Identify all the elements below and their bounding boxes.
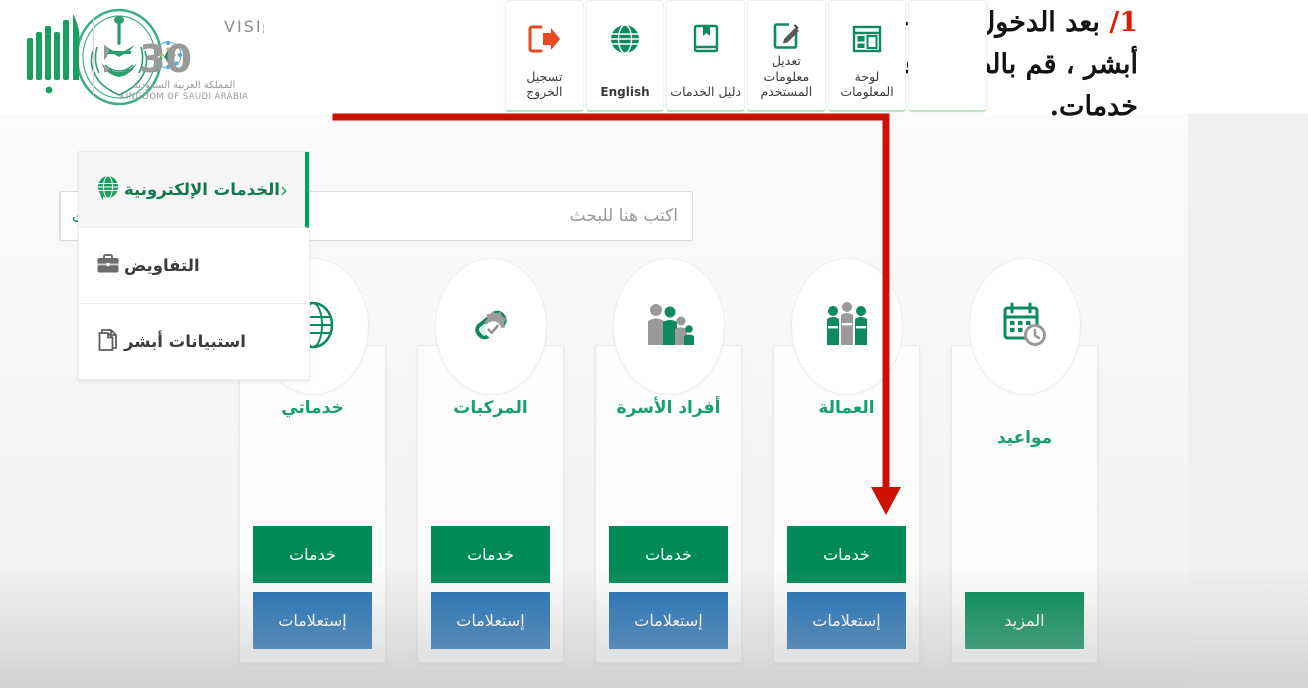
edit-user-icon [770,17,802,53]
card-buttons: المزيد [952,592,1097,649]
svg-text:رؤيــــة: رؤيــــة [262,20,264,38]
briefcase-icon [96,253,120,279]
card-icon-bubble [612,258,725,395]
logout-icon [527,17,561,61]
globe-icon [609,17,641,61]
more-button[interactable]: المزيد [965,592,1084,649]
nav-logout-label: تسجيل الخروج [526,68,563,100]
card-title: أفراد الأسرة [616,398,721,418]
card-buttons: خدمات إستعلامات [240,526,385,649]
globe-icon [96,175,120,205]
svg-text:30: 30 [139,37,192,81]
card-my-services[interactable]: خدماتي خدمات إستعلامات [239,258,386,663]
vehicle-icon [465,299,517,355]
absher-logo [23,8,83,104]
inquiries-button[interactable]: إستعلامات [609,592,728,649]
nav-edit-user-info-label: تعديل معلومات المستخدم [760,53,813,100]
nav-logout[interactable]: تسجيل الخروج [505,0,584,112]
services-button[interactable]: خدمات [609,526,728,583]
service-cards: خدماتي خدمات إستعلامات المركبات خدمات إس… [239,258,1098,663]
svg-text:KINGDOM OF SAUDI ARABIA: KINGDOM OF SAUDI ARABIA [120,92,248,102]
sidebar-item-absher-surveys[interactable]: استبيانات أبشر [79,304,309,380]
family-icon [642,299,696,355]
nav-english-label: English [600,85,650,99]
services-button[interactable]: خدمات [787,526,906,583]
card-icon-bubble [790,258,903,395]
vision-2030-logo: VISION رؤيــــة 2 [86,10,307,102]
sidebar-item-label-wrap: الخدمات الإلكترونية [96,175,280,205]
inquiries-button[interactable]: إستعلامات [253,592,372,649]
workers-icon [820,299,874,355]
sidebar-item-label-wrap: التفاويض [96,253,200,279]
services-button[interactable]: خدمات [431,526,550,583]
nav-dashboard-label: لوحة المعلومات [840,68,894,100]
sidebar-item-text: التفاويض [124,256,200,275]
sidebar-item-electronic-services[interactable]: الخدمات الإلكترونية ‹ [79,152,309,228]
documents-icon [96,328,120,356]
nav-empty-slot[interactable] [908,0,988,112]
logo-divider [93,17,94,95]
card-title: العمالة [818,398,875,418]
inquiries-button[interactable]: إستعلامات [431,592,550,649]
card-title: مواعيد [996,428,1053,448]
card-icon-bubble [968,258,1081,395]
card-buttons: خدمات إستعلامات [418,526,563,649]
svg-text:2: 2 [104,37,112,81]
page-body: بحث [0,114,1308,688]
card-family-members[interactable]: أفراد الأسرة خدمات إستعلامات [595,258,742,663]
book-icon [690,17,722,61]
brand-logos: VISION رؤيــــة 2 [23,4,307,108]
card-title: خدماتي [281,398,344,418]
right-sidebar: الخدمات الإلكترونية ‹ التفاويض استبيانات… [78,151,310,381]
nav-dashboard[interactable]: لوحة المعلومات [827,0,907,112]
dashboard-icon [851,17,883,61]
page-header: 1/ بعد الدخول على حسابك أبشر ، قم بالضغط… [0,0,1308,122]
chevron-left-icon[interactable]: ‹ [280,180,288,200]
card-icon-bubble [434,258,547,395]
card-buttons: خدمات إستعلامات [596,526,741,649]
inquiries-button[interactable]: إستعلامات [787,592,906,649]
annotation-step-number: 1/ [1109,7,1138,38]
card-appointments[interactable]: مواعيد المزيد [951,258,1098,663]
sidebar-item-label-wrap: استبيانات أبشر [96,328,246,356]
card-vehicles[interactable]: المركبات خدمات إستعلامات [417,258,564,663]
nav-services-guide-label: دليل الخدمات [670,84,742,100]
header-nav: تسجيل الخروج English دليل الخدمات تعديل … [504,0,988,112]
card-title: المركبات [453,398,528,418]
nav-edit-user-info[interactable]: تعديل معلومات المستخدم [747,0,826,112]
nav-english[interactable]: English [585,0,665,112]
svg-text:VISION: VISION [224,17,264,36]
sidebar-item-text: استبيانات أبشر [124,332,246,351]
sidebar-item-delegations[interactable]: التفاويض [79,228,309,304]
card-buttons: خدمات إستعلامات [774,526,919,649]
nav-services-guide[interactable]: دليل الخدمات [666,0,746,112]
card-labor[interactable]: العمالة خدمات إستعلامات [773,258,920,663]
calendar-clock-icon [1000,300,1050,354]
services-button[interactable]: خدمات [253,526,372,583]
svg-text:المملكة العربية السعودية: المملكة العربية السعودية [133,80,236,91]
sidebar-item-text: الخدمات الإلكترونية [124,180,280,199]
